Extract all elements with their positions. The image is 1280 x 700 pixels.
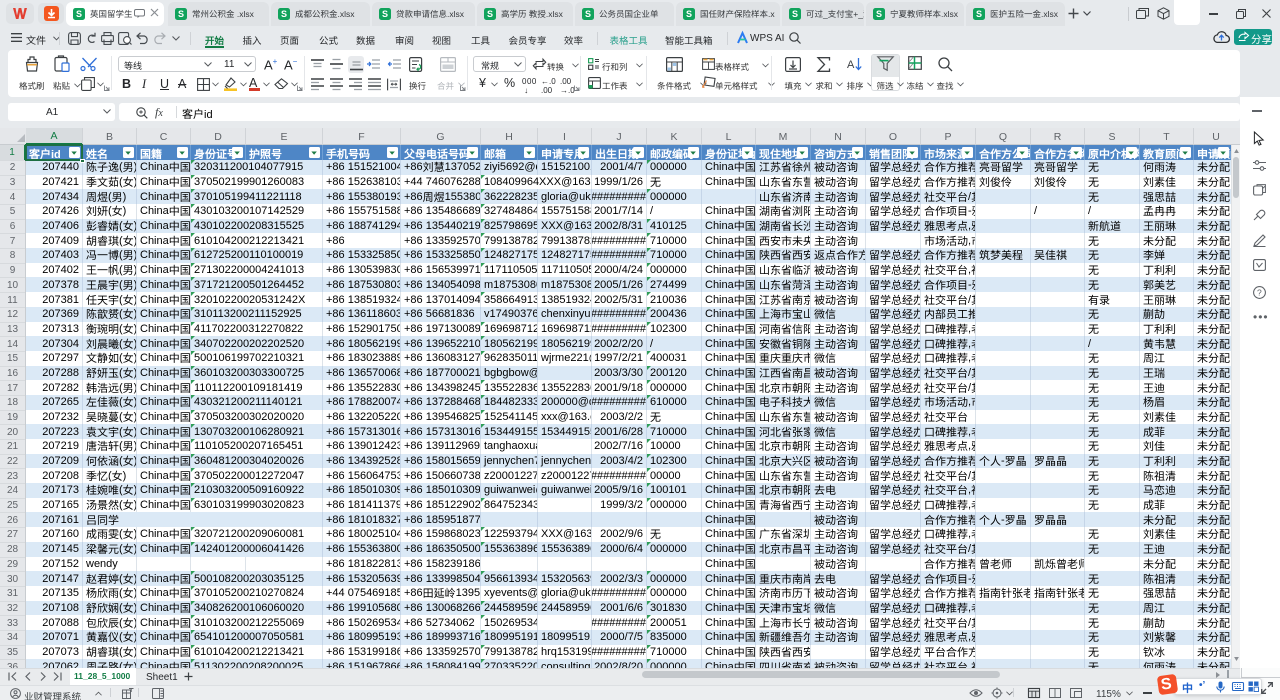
svg-text:?: ? — [1257, 288, 1262, 298]
svg-text:A: A — [847, 59, 855, 71]
